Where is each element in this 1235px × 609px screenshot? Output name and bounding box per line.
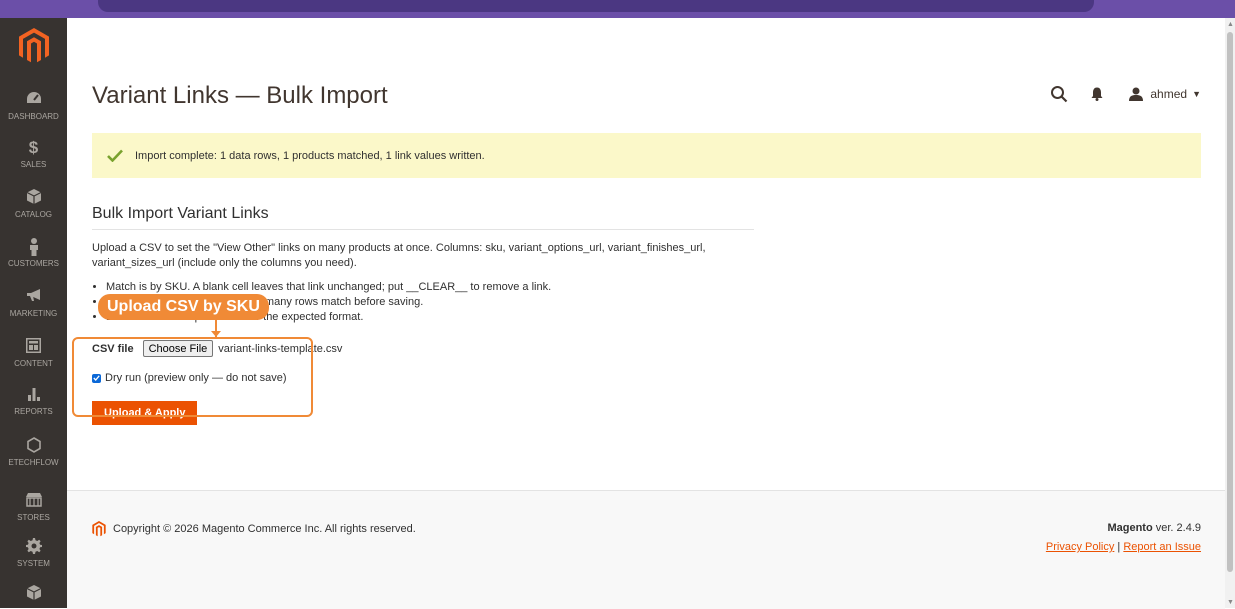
- gear-icon: [0, 538, 67, 556]
- megaphone-icon: [0, 288, 67, 306]
- person-icon: [0, 238, 67, 256]
- notifications-bell-icon[interactable]: [1087, 84, 1107, 104]
- top-strip-tab: [98, 0, 1094, 12]
- copyright: Copyright © 2026 Magento Commerce Inc. A…: [92, 521, 416, 537]
- brand-name: Magento: [1107, 522, 1153, 534]
- sidebar-item-more[interactable]: [0, 585, 67, 606]
- chevron-down-icon: ▼: [1192, 89, 1201, 99]
- magento-logo-icon: [92, 521, 106, 537]
- sidebar-item-reports[interactable]: REPORTS: [0, 386, 67, 416]
- callout-arrow: [211, 320, 221, 337]
- user-menu[interactable]: ahmed ▼: [1129, 87, 1201, 101]
- user-icon: [1129, 87, 1144, 101]
- checkmark-icon: [107, 149, 123, 162]
- callout-highlight-box: [72, 337, 313, 417]
- sidebar-item-catalog[interactable]: CATALOG: [0, 189, 67, 219]
- bar-chart-icon: [0, 386, 67, 404]
- callout-label: Upload CSV by SKU: [98, 294, 269, 320]
- page-title: Variant Links — Bulk Import: [92, 82, 388, 109]
- magento-logo-icon[interactable]: [19, 28, 49, 64]
- vertical-scrollbar[interactable]: ▲ ▼: [1225, 18, 1235, 608]
- user-name: ahmed: [1150, 87, 1188, 101]
- sidebar-item-dashboard[interactable]: DASHBOARD: [0, 91, 67, 121]
- dashboard-icon: [0, 91, 67, 109]
- sidebar-item-content[interactable]: CONTENT: [0, 338, 67, 368]
- sidebar-item-customers[interactable]: CUSTOMERS: [0, 238, 67, 268]
- page-footer: Copyright © 2026 Magento Commerce Inc. A…: [67, 490, 1225, 609]
- sidebar-item-etechflow[interactable]: ETECHFLOW: [0, 437, 67, 467]
- layout-icon: [0, 338, 67, 356]
- version-info: Magento ver. 2.4.9: [1107, 522, 1201, 534]
- privacy-policy-link[interactable]: Privacy Policy: [1046, 541, 1114, 553]
- scroll-down-icon[interactable]: ▼: [1227, 599, 1234, 606]
- cube-icon: [0, 189, 67, 207]
- sidebar-item-marketing[interactable]: MARKETING: [0, 288, 67, 318]
- link-separator: |: [1114, 541, 1124, 553]
- search-icon[interactable]: [1049, 84, 1069, 104]
- version-number: ver. 2.4.9: [1152, 522, 1201, 534]
- success-message: Import complete: 1 data rows, 1 products…: [92, 133, 1201, 178]
- footer-links: Privacy Policy | Report an Issue: [1046, 541, 1201, 553]
- copyright-text: Copyright © 2026 Magento Commerce Inc. A…: [113, 523, 416, 535]
- sidebar-item-stores[interactable]: STORES: [0, 492, 67, 522]
- browser-top-strip: [0, 0, 1235, 18]
- cube-icon: [0, 585, 67, 603]
- section-title: Bulk Import Variant Links: [92, 205, 754, 230]
- scrollbar-thumb[interactable]: [1227, 32, 1233, 572]
- success-message-text: Import complete: 1 data rows, 1 products…: [135, 149, 485, 162]
- section-description: Upload a CSV to set the "View Other" lin…: [92, 242, 706, 269]
- sidebar-item-system[interactable]: SYSTEM: [0, 538, 67, 568]
- store-icon: [0, 492, 67, 510]
- report-issue-link[interactable]: Report an Issue: [1123, 541, 1201, 553]
- list-item: Match is by SKU. A blank cell leaves tha…: [106, 280, 776, 295]
- scroll-up-icon[interactable]: ▲: [1227, 21, 1234, 28]
- sidebar-item-sales[interactable]: $ SALES: [0, 138, 67, 170]
- header-actions: ahmed ▼: [1049, 84, 1201, 104]
- hexagon-icon: [0, 437, 67, 455]
- dollar-icon: $: [28, 138, 39, 157]
- admin-sidebar: DASHBOARD $ SALES CATALOG CUSTOMERS MARK…: [0, 18, 67, 608]
